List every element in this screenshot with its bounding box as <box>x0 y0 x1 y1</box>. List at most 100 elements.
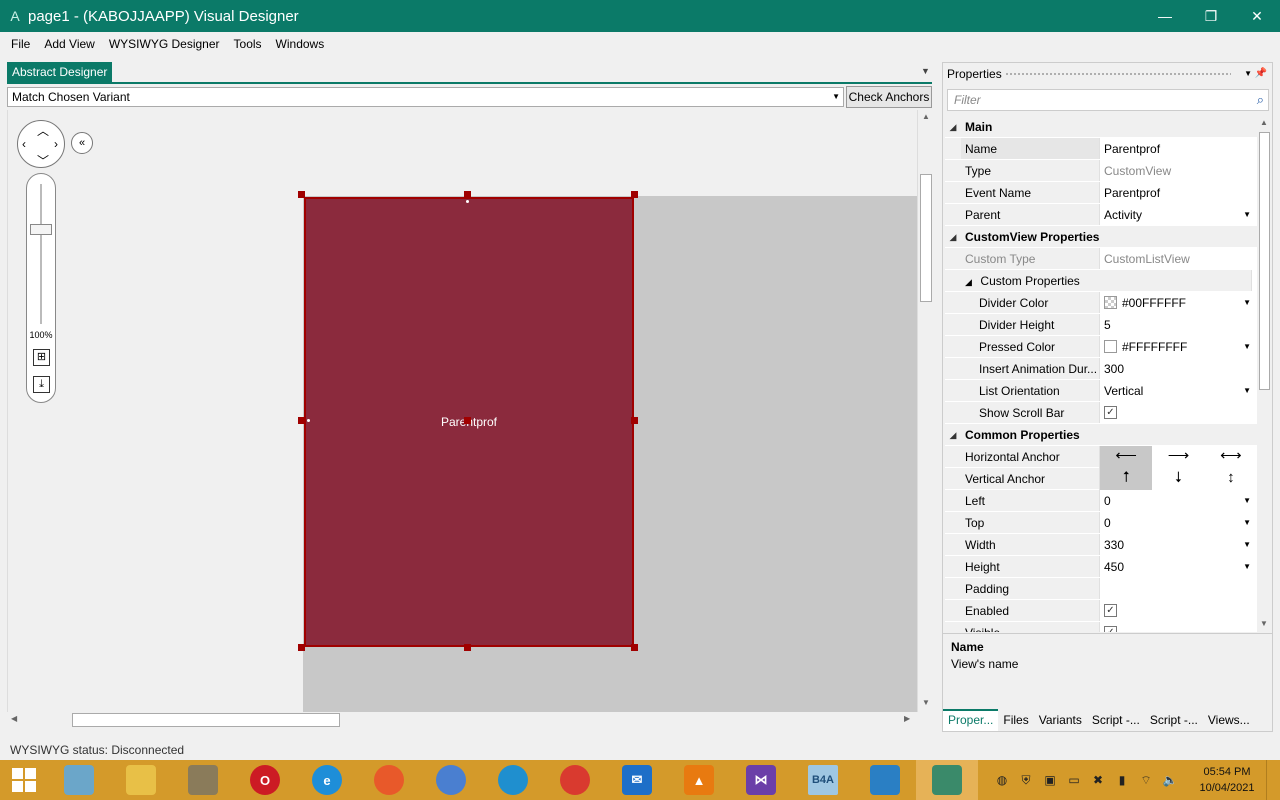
taskbar-app[interactable] <box>544 760 606 800</box>
resize-handle[interactable] <box>464 191 471 198</box>
property-value[interactable]: CustomView <box>1099 160 1257 181</box>
property-row-padding[interactable]: Padding <box>945 578 1257 600</box>
search-icon[interactable]: ⌕ <box>1257 90 1264 110</box>
collapse-triangle-icon[interactable]: ◢ <box>945 226 961 247</box>
start-button[interactable] <box>0 760 48 800</box>
scrollbar-thumb[interactable] <box>1259 132 1270 390</box>
resize-handle[interactable] <box>631 417 638 424</box>
network-badge-icon[interactable]: ◍ <box>990 773 1014 787</box>
property-value[interactable]: Parentprof <box>1099 182 1257 203</box>
property-grid-scrollbar[interactable]: ▲ ▼ <box>1257 116 1272 632</box>
property-row-divider-color[interactable]: Divider Color #00FFFFFF ▼ <box>945 292 1257 314</box>
property-row-left[interactable]: Left 0 ▼ <box>945 490 1257 512</box>
minimize-button[interactable]: — <box>1142 0 1188 32</box>
property-value[interactable]: Activity ▼ <box>1099 204 1257 225</box>
scroll-left-icon[interactable]: ◀ <box>11 714 17 723</box>
category-custom-properties[interactable]: ◢ Custom Properties <box>945 270 1257 292</box>
property-value[interactable]: Vertical ▼ <box>1099 380 1257 401</box>
property-row-event-name[interactable]: Event Name Parentprof <box>945 182 1257 204</box>
pan-navigator[interactable]: ︿ ﹀ ‹ › <box>17 120 65 168</box>
resize-handle[interactable] <box>631 644 638 651</box>
pan-left-icon[interactable]: ‹ <box>22 137 26 151</box>
property-value[interactable]: ✓ <box>1099 600 1257 621</box>
property-row-show-scroll-bar[interactable]: Show Scroll Bar ✓ <box>945 402 1257 424</box>
pan-down-icon[interactable]: ﹀ <box>37 152 49 169</box>
menu-wysiwyg-designer[interactable]: WYSIWYG Designer <box>102 32 227 56</box>
property-value[interactable]: #FFFFFFFF ▼ <box>1099 336 1257 357</box>
property-row-divider-height[interactable]: Divider Height 5 <box>945 314 1257 336</box>
property-row-height[interactable]: Height 450 ▼ <box>945 556 1257 578</box>
collapse-triangle-icon[interactable]: ◢ <box>945 424 961 445</box>
property-row-name[interactable]: Name Parentprof <box>945 138 1257 160</box>
property-row-top[interactable]: Top 0 ▼ <box>945 512 1257 534</box>
chevron-down-icon[interactable]: ▼ <box>921 66 930 76</box>
scroll-up-icon[interactable]: ▲ <box>922 112 930 121</box>
taskbar-app[interactable]: B4A <box>792 760 854 800</box>
taskbar-app[interactable] <box>358 760 420 800</box>
canvas-vertical-scrollbar[interactable]: ▲ ▼ <box>917 110 933 712</box>
check-anchors-button[interactable]: Check Anchors <box>846 86 932 108</box>
property-row-vertical-anchor[interactable]: Vertical Anchor ⭡ ⭣ ↕ <box>945 468 1257 490</box>
resize-handle[interactable] <box>298 417 305 424</box>
export-icon[interactable]: ⤓ <box>33 376 50 393</box>
property-value[interactable]: ✓ <box>1099 402 1257 423</box>
property-value[interactable]: 5 <box>1099 314 1257 335</box>
pin-icon[interactable]: 📌 <box>1255 63 1267 85</box>
collapse-triangle-icon[interactable]: ◢ <box>945 116 961 137</box>
dropdown-arrow-icon[interactable]: ▼ <box>1243 204 1251 225</box>
taskbar-app[interactable] <box>854 760 916 800</box>
show-desktop-button[interactable] <box>1266 760 1280 800</box>
taskbar-app[interactable] <box>110 760 172 800</box>
property-value[interactable]: 450 ▼ <box>1099 556 1257 577</box>
property-value[interactable]: 330 ▼ <box>1099 534 1257 555</box>
property-value[interactable]: CustomListView <box>1099 248 1257 269</box>
property-row-parent[interactable]: Parent Activity ▼ <box>945 204 1257 226</box>
taskbar-app[interactable] <box>916 760 978 800</box>
property-row-insert-animation-dur[interactable]: Insert Animation Dur... 300 <box>945 358 1257 380</box>
category-common-properties[interactable]: ◢ Common Properties <box>945 424 1257 446</box>
dropdown-arrow-icon[interactable]: ▼ <box>1243 512 1251 533</box>
display-icon[interactable]: ▭ <box>1062 773 1086 787</box>
checkbox[interactable]: ✓ <box>1104 604 1117 618</box>
resize-handle[interactable] <box>298 191 305 198</box>
collapse-triangle-icon[interactable]: ◢ <box>965 277 974 287</box>
property-row-enabled[interactable]: Enabled ✓ <box>945 600 1257 622</box>
taskbar-app[interactable]: ✉ <box>606 760 668 800</box>
zoom-slider-thumb[interactable] <box>30 224 52 235</box>
scroll-up-icon[interactable]: ▲ <box>1260 118 1268 127</box>
taskbar-app[interactable]: ⋈ <box>730 760 792 800</box>
collapse-icon[interactable]: « <box>71 132 93 154</box>
property-value[interactable]: Parentprof <box>1099 138 1257 159</box>
tab-script[interactable]: Script -... <box>1087 709 1145 731</box>
taskbar-app[interactable]: e <box>296 760 358 800</box>
dropdown-arrow-icon[interactable]: ▼ <box>1243 534 1251 555</box>
anchor-option-icon[interactable]: ⟷ <box>1205 446 1257 468</box>
property-value[interactable]: 300 <box>1099 358 1257 379</box>
menu-tools[interactable]: Tools <box>227 32 269 56</box>
zoom-slider-track[interactable] <box>40 184 42 324</box>
property-value[interactable]: ✓ <box>1099 622 1257 632</box>
tab-variants[interactable]: Variants <box>1034 709 1087 731</box>
tab-proper[interactable]: Proper... <box>943 709 999 731</box>
anchor-option-icon[interactable]: ↕ <box>1205 468 1257 490</box>
taskbar-app[interactable]: ▲ <box>668 760 730 800</box>
close-button[interactable]: ✕ <box>1234 0 1280 32</box>
property-value[interactable]: #00FFFFFF ▼ <box>1099 292 1257 313</box>
checkbox[interactable]: ✓ <box>1104 406 1117 420</box>
property-row-pressed-color[interactable]: Pressed Color #FFFFFFFF ▼ <box>945 336 1257 358</box>
property-value[interactable]: 0 ▼ <box>1099 512 1257 533</box>
panel-menu-icon[interactable]: ▼ <box>1244 63 1252 85</box>
clock[interactable]: 05:54 PM 10/04/2021 <box>1188 764 1266 796</box>
property-value[interactable]: 0 ▼ <box>1099 490 1257 511</box>
drag-grip[interactable] <box>1005 72 1231 76</box>
battery-icon[interactable]: ▮ <box>1110 773 1134 787</box>
antivirus-icon[interactable]: ✖ <box>1086 773 1110 787</box>
property-row-horizontal-anchor[interactable]: Horizontal Anchor ⟵ ⟶ ⟷ <box>945 446 1257 468</box>
scroll-down-icon[interactable]: ▼ <box>1260 619 1268 628</box>
category-main[interactable]: ◢ Main <box>945 116 1257 138</box>
taskbar-app[interactable] <box>420 760 482 800</box>
category-customview-properties[interactable]: ◢ CustomView Properties <box>945 226 1257 248</box>
tab-views[interactable]: Views... <box>1203 709 1255 731</box>
anchor-option-icon[interactable]: ⭣ <box>1152 468 1204 490</box>
anchor-option-icon[interactable]: ⭡ <box>1100 468 1153 490</box>
